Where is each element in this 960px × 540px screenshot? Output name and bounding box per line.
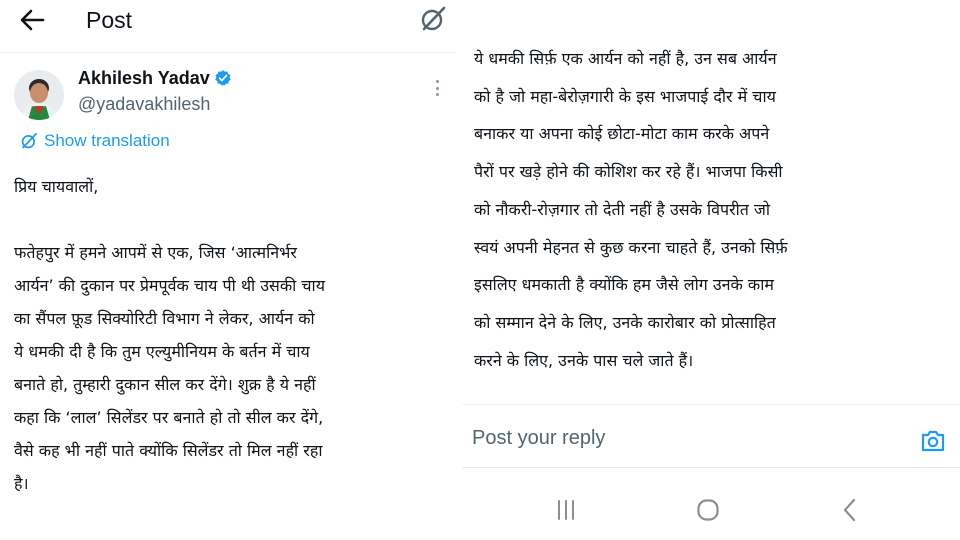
post-line: का सैंपल फ़ूड सिक्योरिटी विभाग ने लेकर, … <box>14 309 315 328</box>
post-greeting: प्रिय चायवालों, <box>14 177 99 196</box>
post-line: कहा कि ‘लाल’ सिलेंडर पर बनाते हो तो सील … <box>14 408 324 427</box>
post-line: ये धमकी सिर्फ़ एक आर्यन को नहीं है, उन स… <box>474 49 777 68</box>
grok-icon-small <box>21 133 37 149</box>
post-line: करने के लिए, उनके पास चले जाते हैं। <box>474 350 694 370</box>
verified-badge-icon <box>214 70 231 86</box>
post-text: प्रिय चायवालों, फतेहपुर में हमने आपमें स… <box>14 170 450 500</box>
post-line: बनाकर या अपना कोई छोटा-मोटा काम करके अपन… <box>474 124 770 144</box>
camera-button[interactable] <box>918 427 948 455</box>
more-dot-icon <box>435 93 439 96</box>
post-line: बनाते हो, तुम्हारी दुकान सील कर देंगे। श… <box>14 375 316 394</box>
recent-apps-icon <box>558 500 574 520</box>
post-line: ये धमकी दी है कि तुम एल्युमीनियम के बर्त… <box>14 342 310 361</box>
system-navigation-bar <box>462 468 960 540</box>
post-line: को है जो महा-बेरोज़गारी के इस भाजपाई दौर… <box>474 86 776 106</box>
author-handle[interactable]: @yadavakhilesh <box>78 92 210 116</box>
recent-apps-button[interactable] <box>546 494 586 526</box>
grok-icon <box>421 6 446 31</box>
post-line: है। <box>14 474 29 493</box>
top-app-bar: Post <box>0 0 456 44</box>
author-name[interactable]: Akhilesh Yadav <box>78 66 232 90</box>
more-options-button[interactable] <box>430 76 444 100</box>
reply-composer <box>462 405 960 467</box>
post-line: को नौकरी-रोज़गार तो देती नहीं है उसके वि… <box>474 199 771 219</box>
reply-input[interactable] <box>472 423 892 453</box>
show-translation-label: Show translation <box>44 131 170 150</box>
author-name-text: Akhilesh Yadav <box>78 68 210 88</box>
avatar[interactable] <box>14 70 64 120</box>
post-line: को सम्मान देने के लिए, उनके कारोबार को प… <box>474 312 776 332</box>
post-line: फतेहपुर में हमने आपमें से एक, जिस ‘आत्मन… <box>14 243 297 262</box>
show-translation-link[interactable]: Show translation <box>20 130 170 152</box>
post-line: पैरों पर खड़े होने की कोशिश कर रहे हैं। … <box>474 162 783 182</box>
nav-back-button[interactable] <box>830 494 870 526</box>
avatar-image <box>14 70 64 120</box>
home-icon <box>697 499 719 521</box>
nav-back-icon <box>843 498 856 522</box>
post-line: आर्यन’ की दुकान पर प्रेमपूर्वक चाय पी थी… <box>14 276 325 295</box>
post-line: स्वयं अपनी मेहनत से कुछ करना चाहते हैं, … <box>474 237 788 257</box>
back-button[interactable] <box>14 4 50 36</box>
page-title: Post <box>86 7 133 33</box>
post-text-continued: ये धमकी सिर्फ़ एक आर्यन को नहीं है, उन स… <box>474 40 952 379</box>
post-line: इसलिए धमकाती है क्योंकि हम जैसे लोग उनके… <box>474 275 774 295</box>
arrow-left-icon <box>20 9 45 31</box>
grok-button[interactable] <box>418 4 448 34</box>
camera-icon <box>921 430 945 452</box>
header-divider <box>0 52 456 53</box>
more-dot-icon <box>435 80 439 83</box>
post-paragraph: फतेहपुर में हमने आपमें से एक, जिस ‘आत्मन… <box>14 236 450 500</box>
more-dot-icon <box>435 86 439 90</box>
post-line: वैसे कह भी नहीं पाते क्योंकि सिलेंडर तो … <box>14 441 323 460</box>
home-button[interactable] <box>688 494 728 526</box>
